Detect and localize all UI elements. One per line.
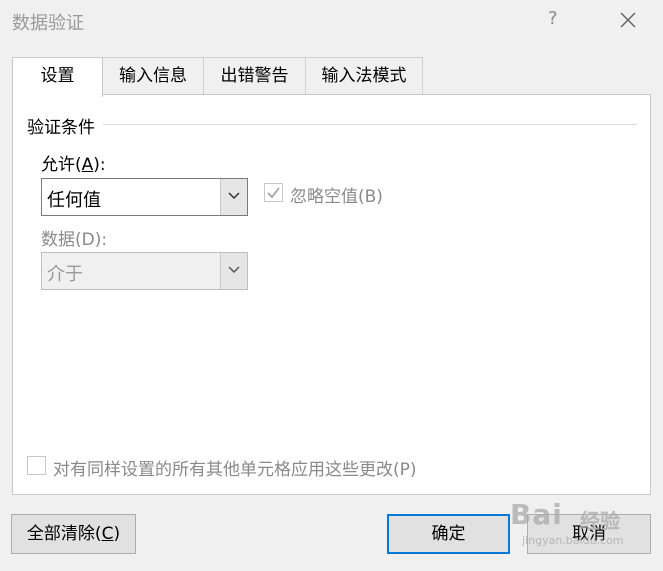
group-divider xyxy=(103,124,637,125)
apply-all-checkbox[interactable] xyxy=(27,456,46,475)
data-validation-dialog: 数据验证 ? 设置 输入信息 出错警告 输入法模式 验证条件 允许(A): 任何… xyxy=(0,0,663,571)
title-bar: 数据验证 ? xyxy=(0,0,663,42)
allow-select[interactable]: 任何值 xyxy=(41,178,248,216)
tab-settings[interactable]: 设置 xyxy=(12,57,103,97)
apply-all-label: 对有同样设置的所有其他单元格应用这些更改(P) xyxy=(53,460,417,480)
allow-label: 允许(A): xyxy=(41,155,106,175)
settings-panel: 验证条件 允许(A): 任何值 忽略空值(B) 数据(D): 介于 对有同样设置… xyxy=(12,94,651,495)
data-select[interactable]: 介于 xyxy=(41,252,248,290)
tab-ime-mode[interactable]: 输入法模式 xyxy=(305,57,423,94)
data-label: 数据(D): xyxy=(41,230,108,250)
close-icon[interactable] xyxy=(616,8,640,32)
ignore-blank-label: 忽略空值(B) xyxy=(290,187,383,207)
tab-error-alert[interactable]: 出错警告 xyxy=(203,57,306,94)
checkmark-icon xyxy=(267,187,280,199)
tab-input-message[interactable]: 输入信息 xyxy=(102,57,204,94)
help-icon[interactable]: ? xyxy=(548,8,558,29)
data-select-value: 介于 xyxy=(47,264,83,285)
chevron-down-icon[interactable] xyxy=(220,179,247,215)
ok-button[interactable]: 确定 xyxy=(387,514,510,554)
window-title: 数据验证 xyxy=(12,13,84,34)
cancel-button[interactable]: 取消 xyxy=(527,514,651,554)
ignore-blank-checkbox[interactable] xyxy=(264,183,283,202)
validation-criteria-title: 验证条件 xyxy=(27,113,99,138)
allow-select-value: 任何值 xyxy=(47,190,101,211)
chevron-down-icon[interactable] xyxy=(220,253,247,289)
clear-all-button[interactable]: 全部清除(C) xyxy=(11,514,136,554)
